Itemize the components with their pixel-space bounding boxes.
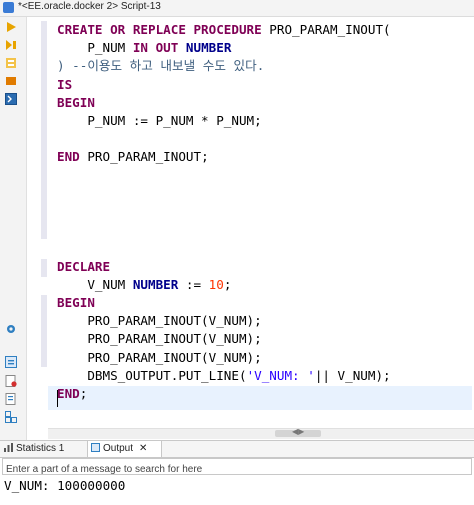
code-line[interactable]: PRO_PARAM_INOUT(V_NUM); <box>57 349 262 367</box>
code-token: P_NUM <box>57 40 133 56</box>
code-token: P_NUM := P_NUM * P_NUM; <box>57 113 262 128</box>
editor-tab-title[interactable]: *<EE.oracle.docker 2> Script-13 <box>18 1 161 12</box>
output-panel-icon[interactable] <box>5 355 17 368</box>
code-token: NUMBER <box>185 40 232 56</box>
code-token: PRO_PARAM_INOUT(V_NUM); <box>57 313 262 329</box>
scroll-arrows-icon: ◀▶ <box>292 427 305 436</box>
horizontal-scrollbar[interactable]: ◀▶ <box>48 427 474 439</box>
editor-gutter <box>27 17 41 428</box>
code-token: IS <box>57 76 73 92</box>
code-line[interactable]: V_NUM NUMBER := 10; <box>57 276 231 294</box>
code-token: END <box>57 149 80 165</box>
fold-marker-declare[interactable] <box>41 259 47 277</box>
code-token: IN OUT <box>132 40 179 56</box>
code-token: PRO_PARAM_INOUT( <box>261 22 391 37</box>
tab-output[interactable]: Output ✕ <box>87 441 162 457</box>
code-line[interactable]: PRO_PARAM_INOUT(V_NUM); <box>57 312 262 330</box>
code-token: NUMBER <box>132 276 179 292</box>
code-token: CREATE OR REPLACE PROCEDURE <box>57 22 262 37</box>
code-token: ; <box>79 386 88 401</box>
code-token: 10 <box>208 276 224 292</box>
tab-statistics-label: Statistics 1 <box>16 443 65 454</box>
load-plan-icon[interactable] <box>5 74 17 86</box>
code-line[interactable]: P_NUM := P_NUM * P_NUM; <box>57 112 262 130</box>
code-token: BEGIN <box>57 295 95 310</box>
code-token: PRO_PARAM_INOUT; <box>79 149 209 165</box>
code-line[interactable]: PRO_PARAM_INOUT(V_NUM); <box>57 330 262 348</box>
code-line[interactable]: BEGIN <box>57 94 95 112</box>
execute-script-icon[interactable] <box>5 38 17 50</box>
sql-editor-icon <box>3 2 14 13</box>
code-token: := <box>178 276 209 292</box>
export-results-icon[interactable] <box>5 392 17 405</box>
layout-panels-icon[interactable] <box>5 410 17 423</box>
code-token: ; <box>223 276 232 292</box>
output-filter-field[interactable] <box>2 458 472 477</box>
code-line[interactable]: P_NUM IN OUT NUMBER <box>57 39 231 57</box>
error-log-icon[interactable] <box>5 374 17 387</box>
editor-tab-bar: *<EE.oracle.docker 2> Script-13 <box>0 0 474 17</box>
code-token: 'V_NUM: ' <box>246 367 315 383</box>
code-line[interactable]: CREATE OR REPLACE PROCEDURE PRO_PARAM_IN… <box>57 21 391 39</box>
code-line[interactable]: DBMS_OUTPUT.PUT_LINE('V_NUM: '|| V_NUM); <box>57 367 391 385</box>
explain-plan-icon[interactable] <box>5 56 17 68</box>
statistics-icon <box>4 442 13 452</box>
code-line[interactable]: ) --이용도 하고 내보낼 수도 있다. <box>57 57 264 75</box>
code-line[interactable]: END PRO_PARAM_INOUT; <box>57 148 209 166</box>
code-token: DECLARE <box>57 258 111 274</box>
tab-output-label: Output <box>103 443 134 454</box>
results-panel-tabs: Statistics 1 Output ✕ <box>0 440 474 458</box>
fold-marker-procedure[interactable] <box>41 21 47 239</box>
tab-statistics[interactable]: Statistics 1 <box>4 441 84 457</box>
text-cursor <box>57 390 58 407</box>
code-token: V_NUM <box>57 276 133 292</box>
scrollbar-thumb[interactable]: ◀▶ <box>275 427 321 437</box>
code-line[interactable]: IS <box>57 76 72 94</box>
code-token: BEGIN <box>57 94 95 110</box>
code-token: PRO_PARAM_INOUT(V_NUM); <box>57 331 262 347</box>
sql-editor[interactable]: CREATE OR REPLACE PROCEDURE PRO_PARAM_IN… <box>48 17 474 428</box>
code-token: END <box>57 386 80 401</box>
output-filter-input[interactable] <box>3 462 469 477</box>
console-icon[interactable] <box>5 92 17 105</box>
code-line[interactable]: BEGIN <box>57 294 95 312</box>
editor-side-toolbar <box>0 17 27 440</box>
code-line[interactable]: DECLARE <box>57 258 110 276</box>
settings-gear-icon[interactable] <box>5 322 17 334</box>
code-token: DBMS_OUTPUT.PUT_LINE( <box>57 367 247 383</box>
code-token: ) --이용도 하고 내보낼 수도 있다. <box>57 58 265 74</box>
execute-statement-icon[interactable] <box>5 20 17 32</box>
output-text: V_NUM: 100000000 <box>4 478 126 493</box>
output-icon <box>91 442 100 452</box>
close-icon[interactable]: ✕ <box>139 443 147 454</box>
fold-marker-begin-block[interactable] <box>41 295 47 367</box>
code-token: PRO_PARAM_INOUT(V_NUM); <box>57 349 262 365</box>
code-line[interactable]: END; <box>57 385 87 403</box>
code-token: || V_NUM); <box>314 367 391 383</box>
